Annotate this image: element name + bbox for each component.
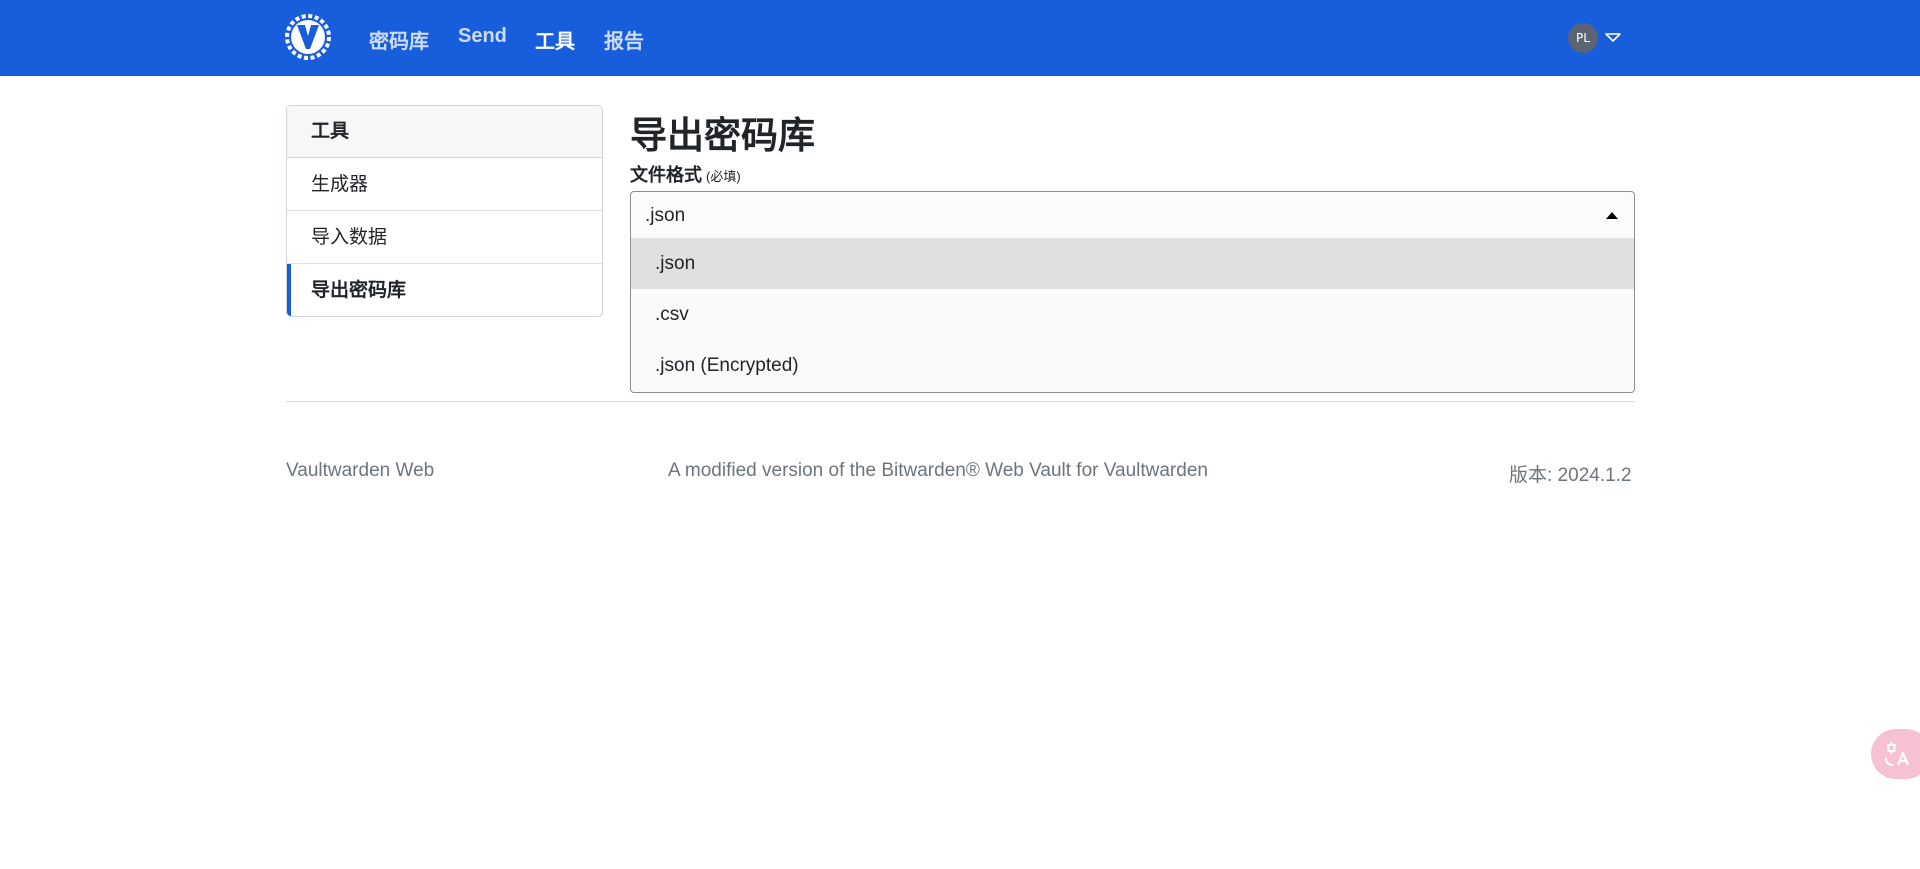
nav-tools[interactable]: 工具 xyxy=(535,25,575,54)
nav-send[interactable]: Send xyxy=(458,25,507,48)
sidebar-header: 工具 xyxy=(287,106,602,158)
option-json-encrypted[interactable]: .json (Encrypted) xyxy=(631,340,1634,391)
file-format-dropdown: .json .csv .json (Encrypted) xyxy=(630,238,1635,393)
top-navbar: 密码库 Send 工具 报告 PL xyxy=(0,0,1920,76)
chevron-down-icon[interactable] xyxy=(1603,28,1623,48)
page-title: 导出密码库 xyxy=(630,115,815,156)
translate-button[interactable] xyxy=(1871,729,1920,779)
sidebar-item-export-vault[interactable]: 导出密码库 xyxy=(287,264,602,316)
nav-reports[interactable]: 报告 xyxy=(604,25,644,54)
sidebar-item-label: 导出密码库 xyxy=(311,280,407,301)
footer-app-name: Vaultwarden Web xyxy=(286,460,435,481)
tools-sidebar: 工具 生成器 导入数据 导出密码库 xyxy=(286,105,603,317)
file-format-label-text: 文件格式 xyxy=(630,165,702,185)
footer-divider xyxy=(286,401,1635,402)
sidebar-item-import[interactable]: 导入数据 xyxy=(287,211,602,264)
caret-up-icon xyxy=(1606,212,1618,219)
sidebar-item-label: 导入数据 xyxy=(311,227,388,248)
file-format-label: 文件格式 (必填) xyxy=(630,161,741,187)
vaultwarden-logo-icon[interactable] xyxy=(285,14,331,60)
nav-vault[interactable]: 密码库 xyxy=(369,25,429,54)
select-current-value: .json xyxy=(645,205,686,226)
sidebar-item-label: 生成器 xyxy=(311,174,369,195)
option-json[interactable]: .json xyxy=(631,238,1634,289)
footer-version: 版本: 2024.1.2 xyxy=(1509,465,1632,486)
translate-icon xyxy=(1885,742,1910,766)
avatar[interactable]: PL xyxy=(1568,23,1598,53)
footer-description: A modified version of the Bitwarden® Web… xyxy=(668,460,1208,481)
file-format-select[interactable]: .json xyxy=(630,191,1635,239)
option-csv[interactable]: .csv xyxy=(631,289,1634,340)
sidebar-item-generator[interactable]: 生成器 xyxy=(287,158,602,211)
required-hint: (必填) xyxy=(706,169,741,184)
